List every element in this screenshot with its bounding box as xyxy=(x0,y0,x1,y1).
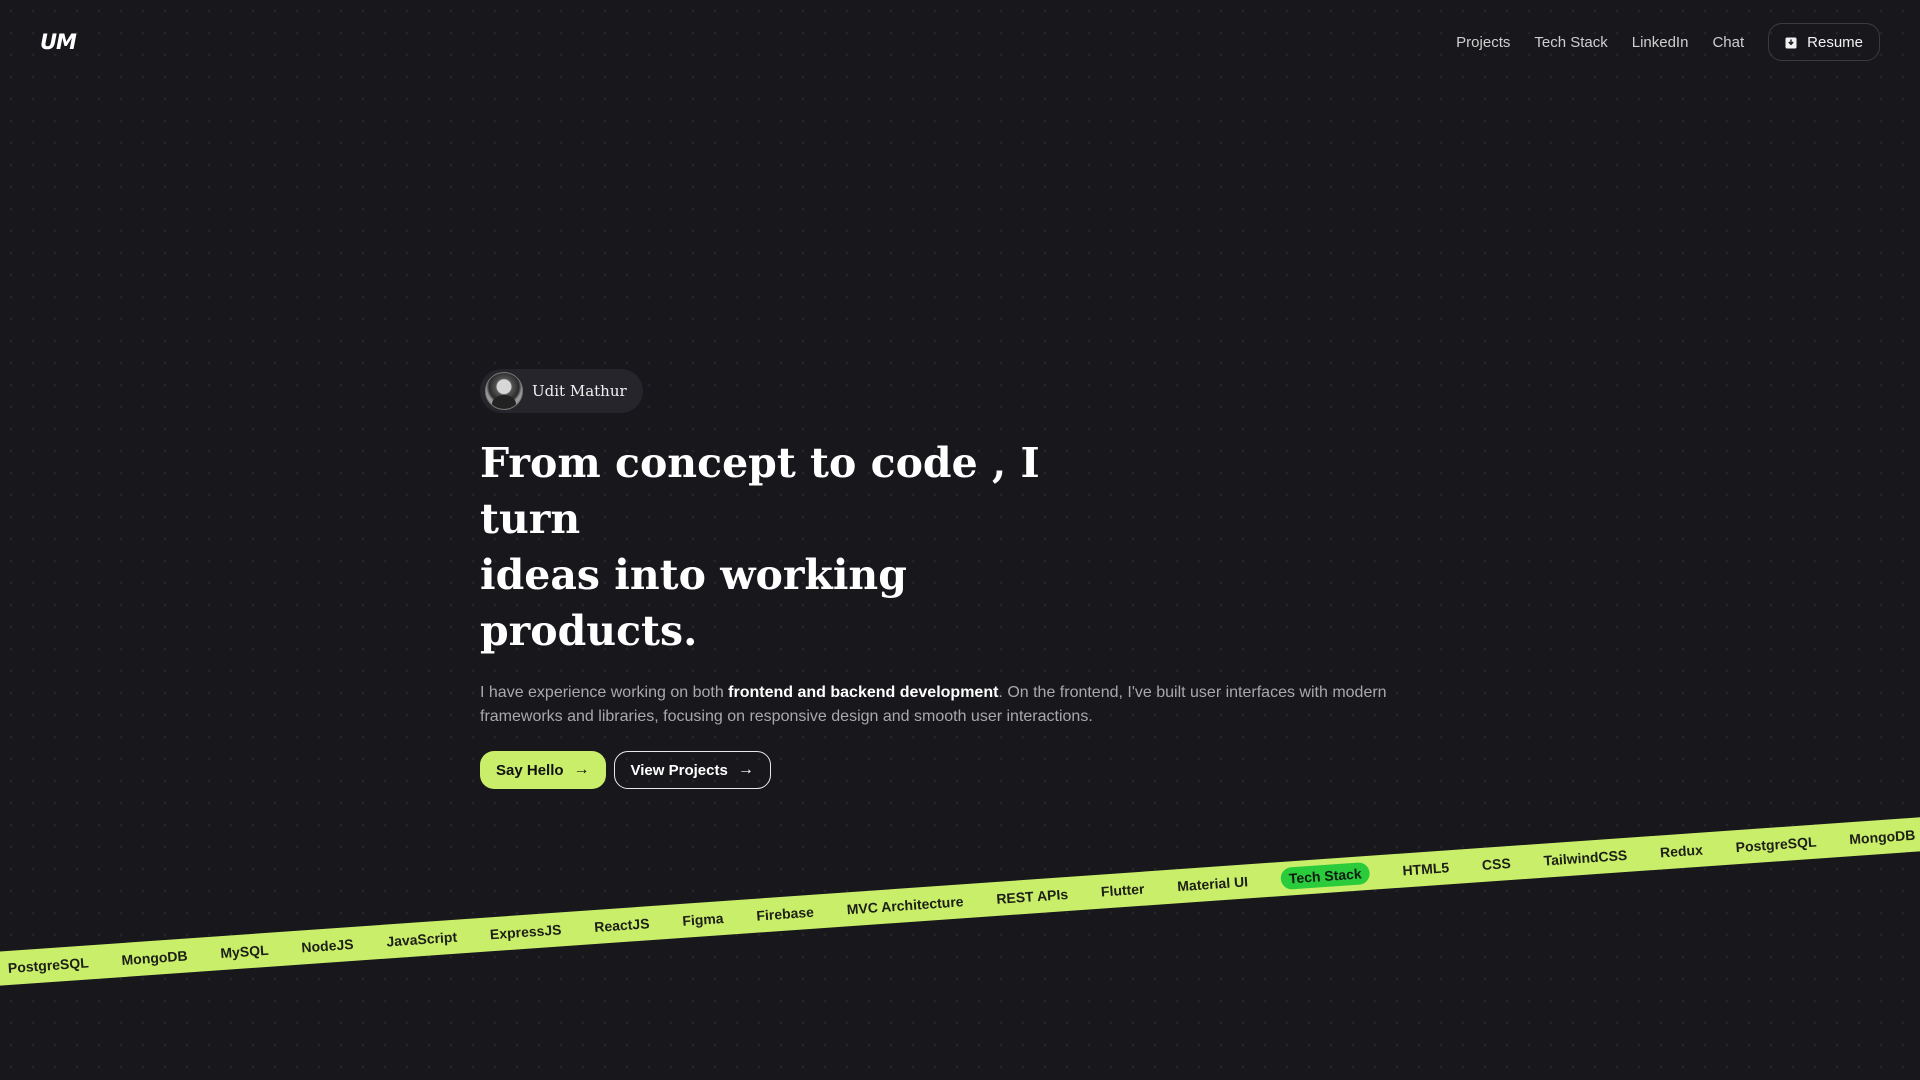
headline-line-2: ideas into working products. xyxy=(480,551,907,655)
ticker-item: PostgreSQL xyxy=(7,954,90,977)
ticker-item-highlight: Tech Stack xyxy=(1280,861,1371,891)
say-hello-label: Say Hello xyxy=(496,761,564,779)
intro-text-start: I have experience working on both xyxy=(480,684,729,701)
ticker-item: TailwindCSS xyxy=(1543,846,1628,869)
ticker-item: HTML5 xyxy=(1401,859,1450,879)
ticker-item: JavaScript xyxy=(385,928,458,950)
download-icon xyxy=(1785,36,1797,49)
ticker-item: Flutter xyxy=(1100,880,1145,900)
say-hello-button[interactable]: Say Hello → xyxy=(480,751,606,789)
top-nav: Projects Tech Stack LinkedIn Chat Resume xyxy=(1432,23,1880,61)
ticker-item: REST APIs xyxy=(995,885,1069,907)
ticker-item: Material UI xyxy=(1176,873,1249,895)
ticker-item: Firebase xyxy=(755,903,815,924)
site-logo[interactable]: UM xyxy=(40,30,77,54)
ticker-item: Figma xyxy=(681,910,725,929)
cta-row: Say Hello → View Projects → xyxy=(480,751,1480,789)
avatar xyxy=(485,372,523,410)
view-projects-label: View Projects xyxy=(630,761,728,779)
author-name: Udit Mathur xyxy=(532,382,627,400)
ticker-item: MySQL xyxy=(219,941,270,962)
ticker-item: PostgreSQL xyxy=(1735,833,1817,856)
nav-projects[interactable]: Projects xyxy=(1456,34,1510,51)
ticker-item: Redux xyxy=(1659,841,1704,861)
ticker-item: ReactJS xyxy=(593,915,650,936)
hero-intro: I have experience working on both fronte… xyxy=(480,681,1440,729)
nav-tech-stack[interactable]: Tech Stack xyxy=(1534,34,1607,51)
arrow-right-icon: → xyxy=(737,761,754,778)
arrow-right-icon: → xyxy=(573,761,590,778)
nav-chat[interactable]: Chat xyxy=(1712,34,1744,51)
ticker-item: CSS xyxy=(1481,854,1512,873)
ticker-item: ExpressJS xyxy=(489,921,562,943)
resume-label: Resume xyxy=(1807,33,1863,51)
hero-headline: From concept to code , I turn ideas into… xyxy=(480,435,1120,659)
view-projects-button[interactable]: View Projects → xyxy=(613,751,771,789)
ticker-item: MVC Architecture xyxy=(846,893,965,918)
ticker-item: NodeJS xyxy=(300,935,355,956)
page: UM Projects Tech Stack LinkedIn Chat Res… xyxy=(0,0,1920,1080)
author-badge: Udit Mathur xyxy=(480,369,643,413)
ticker-item: MongoDB xyxy=(1848,826,1916,848)
nav-linkedin[interactable]: LinkedIn xyxy=(1632,34,1689,51)
hero-section: Udit Mathur From concept to code , I tur… xyxy=(480,369,1480,789)
intro-emphasis: frontend and backend development xyxy=(728,684,999,701)
ticker-item: MongoDB xyxy=(121,947,189,969)
headline-line-1: From concept to code , I turn xyxy=(480,439,1040,543)
tech-ticker-band: PostgreSQL MongoDB MySQL NodeJS JavaScript Ex… xyxy=(0,814,1920,987)
resume-button[interactable]: Resume xyxy=(1768,23,1880,61)
